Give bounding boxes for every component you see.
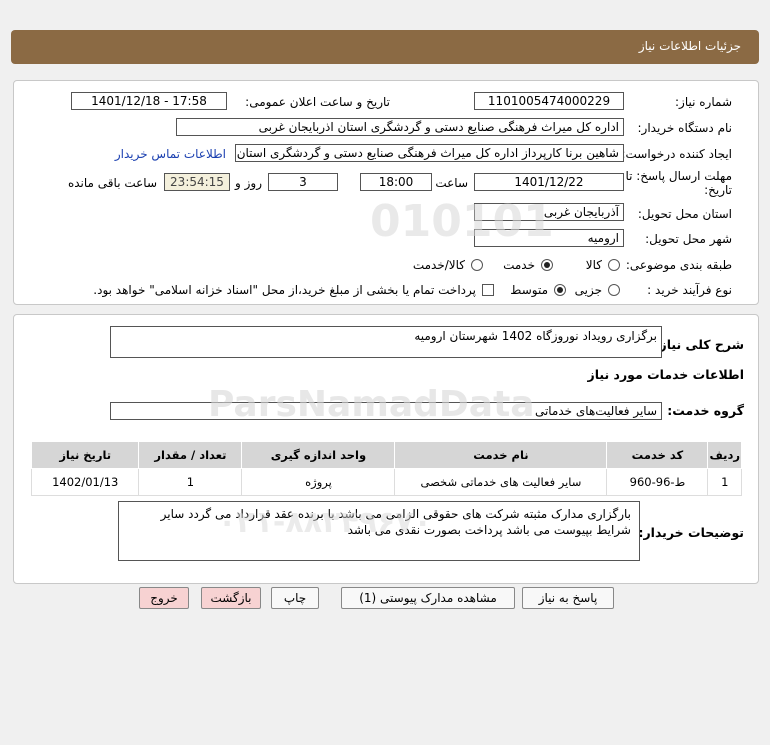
exit-button[interactable]: خروج: [139, 587, 189, 609]
process-option-minor: جزیی: [574, 283, 602, 297]
view-attachments-button[interactable]: مشاهده مدارک پیوستی (1): [341, 587, 515, 609]
buyer-contact-link[interactable]: اطلاعات تماس خریدار: [115, 147, 226, 161]
need-number-label: شماره نیاز:: [675, 95, 732, 109]
cell-name: سایر فعالیت های خدماتی شخصی: [394, 468, 608, 496]
table-row: 1 ط-96-960 سایر فعالیت های خدماتی شخصی پ…: [30, 468, 742, 496]
cell-row: 1: [707, 468, 742, 496]
deadline-date-field: 1401/12/22: [474, 173, 624, 191]
treasury-payment-note: پرداخت تمام یا بخشی از مبلغ خرید،از محل …: [93, 283, 476, 297]
col-header-quantity: تعداد / مقدار: [138, 441, 243, 469]
days-label: روز و: [235, 176, 262, 190]
process-radio-medium[interactable]: [554, 284, 566, 296]
category-radio-goods[interactable]: [608, 259, 620, 271]
page-title: جزئیات اطلاعات نیاز: [638, 39, 741, 53]
city-field: ارومیه: [474, 229, 624, 247]
category-radio-goods-service[interactable]: [471, 259, 483, 271]
need-number-field: 1101005474000229: [474, 92, 624, 110]
col-header-name: نام خدمت: [394, 441, 608, 469]
cell-unit: پروژه: [241, 468, 396, 496]
deadline-time-label: ساعت: [435, 176, 468, 190]
deadline-date-label: تاریخ:: [704, 183, 732, 197]
services-section-title: اطلاعات خدمات مورد نیاز: [587, 367, 745, 382]
buyer-org-label: نام دستگاه خریدار:: [637, 121, 733, 135]
process-radio-minor[interactable]: [608, 284, 620, 296]
process-type-label: نوع فرآیند خرید :: [647, 283, 732, 297]
cell-code: ط-96-960: [606, 468, 709, 496]
need-info-panel: شماره نیاز: 1101005474000229 تاریخ و ساع…: [13, 80, 759, 305]
remaining-time-field: 23:54:15: [164, 173, 230, 191]
cell-quantity: 1: [138, 468, 243, 496]
days-field: 3: [268, 173, 338, 191]
category-option-goods-service: کالا/خدمت: [412, 258, 465, 272]
services-table-header: ردیف کد خدمت نام خدمت واحد اندازه گیری ت…: [30, 441, 742, 469]
cell-date: 1402/01/13: [30, 468, 140, 496]
services-table: ردیف کد خدمت نام خدمت واحد اندازه گیری ت…: [30, 441, 742, 496]
buyer-org-field: اداره کل میراث فرهنگی صنایع دستی و گردشگ…: [176, 118, 624, 136]
requester-field: شاهین برنا کارپرداز اداره کل میراث فرهنگ…: [235, 144, 624, 162]
service-group-field: سایر فعالیت‌های خدماتی: [110, 402, 662, 420]
print-button[interactable]: چاپ: [271, 587, 319, 609]
announce-date-field: 1401/12/18 - 17:58: [71, 92, 227, 110]
reply-button[interactable]: پاسخ به نیاز: [522, 587, 614, 609]
province-label: استان محل تحویل:: [637, 207, 732, 221]
col-header-code: کد خدمت: [606, 441, 709, 469]
process-option-medium: متوسط: [510, 283, 548, 297]
category-option-goods: کالا: [585, 258, 602, 272]
deadline-time-field: 18:00: [360, 173, 432, 191]
category-option-service: خدمت: [503, 258, 535, 272]
category-radio-service[interactable]: [541, 259, 553, 271]
service-group-label: گروه خدمت:: [667, 403, 744, 418]
page-header: جزئیات اطلاعات نیاز: [11, 30, 759, 64]
announce-date-label: تاریخ و ساعت اعلان عمومی:: [245, 95, 390, 109]
treasury-payment-checkbox[interactable]: [482, 284, 494, 296]
deadline-label: مهلت ارسال پاسخ: تا: [625, 169, 732, 183]
remaining-time-label: ساعت باقی مانده: [67, 176, 157, 190]
col-header-unit: واحد اندازه گیری: [241, 441, 396, 469]
city-label: شهر محل تحویل:: [645, 232, 732, 246]
need-details-panel: شرح کلی نیاز: برگزاری رویداد نوروزگاه 14…: [13, 314, 759, 584]
back-button[interactable]: بازگشت: [201, 587, 261, 609]
buyer-notes-field: بارگزاری مدارک مثبته شرکت های حقوقی الزا…: [118, 501, 640, 561]
category-label: طبقه بندی موضوعی:: [625, 258, 732, 272]
col-header-row: ردیف: [707, 441, 742, 469]
province-field: آذربایجان غربی: [474, 203, 624, 221]
buyer-notes-label: توضیحات خریدار:: [638, 525, 744, 540]
need-summary-label: شرح کلی نیاز:: [654, 337, 744, 352]
requester-label: ایجاد کننده درخواست:: [621, 147, 732, 161]
need-summary-field: برگزاری رویداد نوروزگاه 1402 شهرستان ارو…: [110, 326, 662, 358]
col-header-date: تاریخ نیاز: [30, 441, 140, 469]
